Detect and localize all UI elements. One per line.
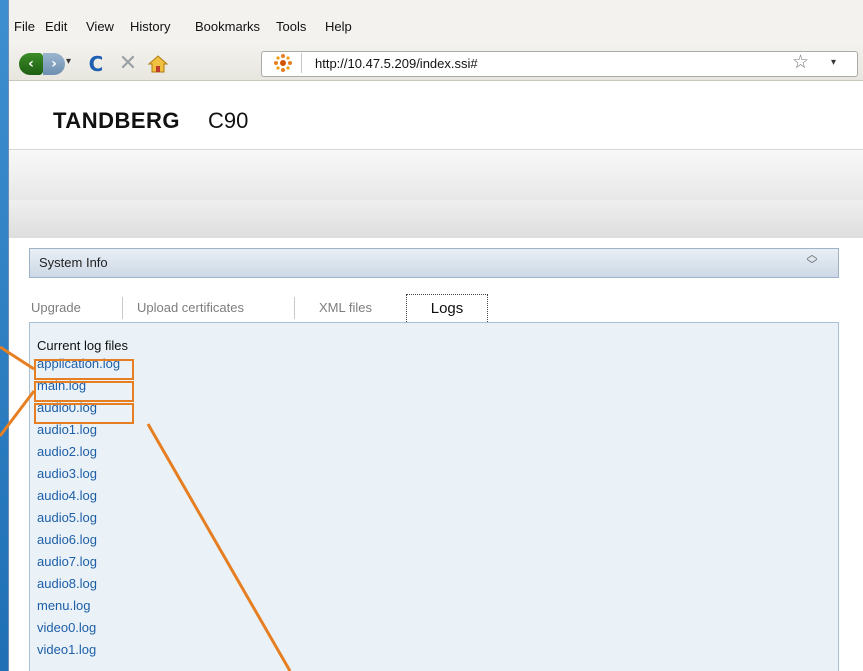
menu-file[interactable]: File bbox=[14, 19, 35, 34]
tab-divider bbox=[294, 297, 295, 319]
log-link-audio5[interactable]: audio5.log bbox=[37, 509, 97, 526]
main-nav-bar bbox=[9, 149, 863, 201]
log-link-audio3[interactable]: audio3.log bbox=[37, 465, 97, 482]
log-link-video0[interactable]: video0.log bbox=[37, 619, 96, 636]
log-link-audio2[interactable]: audio2.log bbox=[37, 443, 97, 460]
url-text[interactable]: http://10.47.5.209/index.ssi# bbox=[315, 56, 478, 71]
highlight-box-main bbox=[34, 381, 134, 402]
menu-bookmarks[interactable]: Bookmarks bbox=[195, 19, 260, 34]
url-dropdown-icon[interactable]: ▾ bbox=[831, 57, 836, 68]
history-dropdown-icon[interactable]: ▾ bbox=[66, 56, 71, 67]
highlight-box-audio0 bbox=[34, 403, 134, 424]
system-info-header[interactable] bbox=[29, 248, 839, 278]
forward-button[interactable]: › bbox=[43, 53, 65, 75]
browser-window: File Edit View History Bookmarks Tools H… bbox=[8, 0, 863, 671]
logs-panel bbox=[29, 322, 839, 671]
tab-upgrade[interactable]: Upgrade bbox=[31, 295, 81, 321]
menu-help[interactable]: Help bbox=[325, 19, 352, 34]
tab-divider bbox=[122, 297, 123, 319]
home-icon[interactable] bbox=[147, 53, 169, 75]
collapse-chevron-icon[interactable]: ︿ ﹀ bbox=[804, 249, 820, 272]
tab-xml-files[interactable]: XML files bbox=[319, 295, 372, 321]
menu-tools[interactable]: Tools bbox=[276, 19, 306, 34]
back-button[interactable]: ‹ bbox=[19, 53, 43, 75]
sub-nav-bar bbox=[9, 200, 863, 238]
bookmark-star-icon[interactable]: ☆ bbox=[792, 51, 809, 73]
menu-bar: File Edit View History Bookmarks Tools H… bbox=[9, 0, 863, 40]
logs-panel-title: Current log files bbox=[37, 338, 129, 353]
menu-view[interactable]: View bbox=[86, 19, 114, 34]
menu-history[interactable]: History bbox=[130, 19, 170, 34]
log-link-audio4[interactable]: audio4.log bbox=[37, 487, 97, 504]
highlight-box-application bbox=[34, 359, 134, 380]
log-link-video1[interactable]: video1.log bbox=[37, 641, 96, 658]
brand-name: TANDBERG bbox=[53, 108, 181, 133]
stop-icon[interactable]: ✕ bbox=[117, 53, 139, 75]
site-identity-icon[interactable] bbox=[267, 53, 302, 73]
section-title: System Info bbox=[39, 255, 108, 270]
tab-upload-certificates[interactable]: Upload certificates bbox=[137, 295, 244, 321]
navigation-toolbar: ‹ › ▾ C ✕ http://10.47.5.209/index.ssi# … bbox=[9, 40, 863, 81]
log-link-menu[interactable]: menu.log bbox=[37, 597, 90, 614]
reload-icon[interactable]: C bbox=[85, 53, 107, 75]
tab-logs[interactable]: Logs bbox=[406, 294, 488, 324]
log-link-audio6[interactable]: audio6.log bbox=[37, 531, 97, 548]
model-name: C90 bbox=[208, 108, 249, 133]
menu-edit[interactable]: Edit bbox=[45, 19, 67, 34]
log-link-audio8[interactable]: audio8.log bbox=[37, 575, 97, 592]
log-link-audio7[interactable]: audio7.log bbox=[37, 553, 97, 570]
